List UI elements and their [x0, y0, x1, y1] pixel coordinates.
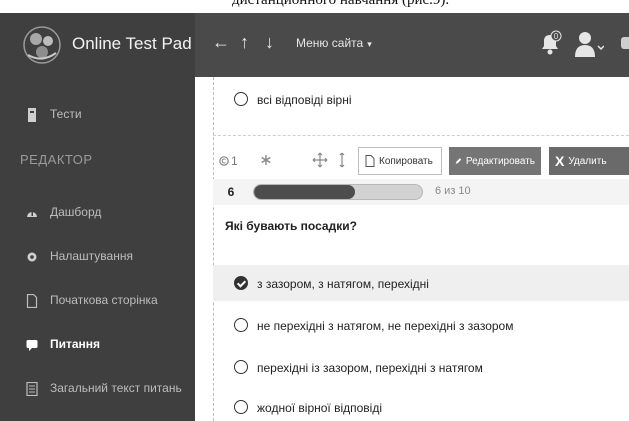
progress-text: 6 из 10: [435, 185, 471, 197]
sidebar-item-label: Тести: [50, 107, 82, 121]
answer-radio[interactable]: [234, 400, 248, 414]
sidebar-item-label: Питання: [50, 337, 101, 351]
prev-option-text: всі відповіді вірні: [257, 93, 352, 107]
sidebar-item-start-page[interactable]: Початкова сторінка: [0, 281, 195, 321]
dashboard-icon: [27, 211, 37, 217]
sidebar-item-label: Початкова сторінка: [50, 293, 158, 307]
delete-button-label: Удалить: [568, 155, 607, 167]
logo-icon: [23, 26, 61, 64]
divider: [213, 135, 629, 136]
app-name: Online Test Pad: [72, 34, 192, 53]
sidebar: Тести РЕДАКТОР Дашборд Налаштування Поча…: [0, 77, 195, 421]
comment-icon: [26, 340, 38, 351]
progress-bar: [253, 184, 423, 200]
delete-button[interactable]: X Удалить: [549, 147, 629, 175]
page-icon: [26, 294, 38, 308]
notification-count: 0: [554, 32, 559, 41]
brand[interactable]: Online Test Pad: [0, 13, 195, 77]
sidebar-item-label: Дашборд: [50, 205, 102, 219]
document-caption-text: дистанционного навчання (рис.9).: [232, 0, 450, 8]
question-number: 1: [231, 154, 238, 168]
edit-button-label: Редактировать: [465, 155, 535, 167]
answer-text: з зазором, з натягом, перехідні: [257, 277, 429, 291]
edit-button[interactable]: Редактировать: [449, 147, 541, 175]
answer-option[interactable]: перехідні із зазором, перехідні з натяго…: [213, 349, 629, 385]
user-avatar-icon[interactable]: [574, 30, 604, 58]
sidebar-item-common-text[interactable]: Загальний текст питань: [0, 369, 195, 409]
answer-radio[interactable]: [234, 360, 248, 374]
sidebar-item-questions[interactable]: Питання: [0, 325, 195, 365]
answer-text: жодної вірної відповіді: [257, 401, 383, 415]
move-icon[interactable]: [312, 152, 328, 168]
close-icon: X: [555, 153, 565, 169]
answer-option[interactable]: жодної вірної відповіді: [213, 389, 629, 421]
top-bar: Online Test Pad ← ↑ ↓ Меню сайта ▾ 0: [0, 13, 629, 77]
up-arrow-icon[interactable]: ↑: [240, 32, 249, 52]
question-progress-row: 6 6 из 10: [213, 179, 629, 205]
asterisk-icon[interactable]: [258, 152, 274, 168]
answer-text: не перехідні з натягом, не перехідні з з…: [257, 319, 514, 333]
down-arrow-icon[interactable]: ↓: [265, 32, 274, 52]
page-icon: [365, 155, 375, 167]
sidebar-item-settings[interactable]: Налаштування: [0, 237, 195, 277]
settings-edge-icon[interactable]: [621, 37, 629, 49]
sidebar-item-dashboard[interactable]: Дашборд: [0, 193, 195, 233]
chevron-down-icon: ▾: [367, 39, 372, 49]
answer-radio[interactable]: [234, 318, 248, 332]
prev-option-radio[interactable]: [234, 92, 248, 106]
main-content: всі відповіді вірні 1 Копировать Редакти…: [195, 77, 629, 421]
back-arrow-icon[interactable]: ←: [212, 32, 230, 52]
question-index-badge: 6: [227, 185, 235, 199]
site-menu-label: Меню сайта: [296, 36, 364, 50]
gear-icon: [27, 252, 37, 262]
copyright-icon: [219, 156, 229, 166]
sidebar-item-label: Загальний текст питань: [50, 381, 182, 395]
resize-vertical-icon[interactable]: [334, 152, 350, 168]
progress-bar-fill: [254, 185, 355, 199]
question-toolbar: 1 Копировать Редактировать X Удалить: [213, 147, 629, 175]
question-text: Які бувають посадки?: [225, 219, 357, 233]
text-document-icon: [26, 382, 38, 396]
sidebar-item-tests[interactable]: Тести: [0, 95, 195, 135]
answer-radio-checked[interactable]: [234, 276, 248, 290]
pencil-icon: [455, 158, 462, 164]
document-caption-strip: дистанционного навчання (рис.9).: [0, 0, 629, 13]
sidebar-item-label: Налаштування: [50, 249, 133, 263]
copy-button-label: Копировать: [379, 155, 433, 167]
sidebar-section-title: РЕДАКТОР: [20, 152, 93, 167]
answer-option[interactable]: не перехідні з натягом, не перехідні з з…: [213, 307, 629, 343]
answer-text: перехідні із зазором, перехідні з натяго…: [257, 361, 483, 375]
notification-bell-icon[interactable]: 0: [538, 30, 562, 56]
answer-option[interactable]: з зазором, з натягом, перехідні: [213, 265, 629, 301]
bookmark-icon: [28, 108, 36, 122]
copy-button[interactable]: Копировать: [358, 147, 442, 175]
site-menu-dropdown[interactable]: Меню сайта ▾: [296, 36, 372, 50]
